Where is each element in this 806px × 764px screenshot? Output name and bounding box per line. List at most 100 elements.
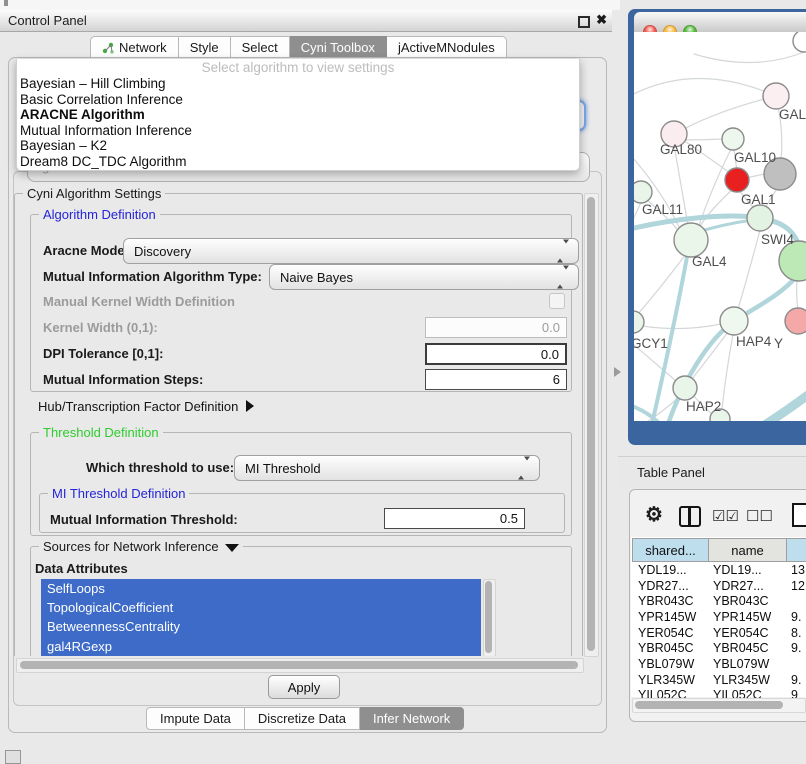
table-row[interactable]: YER054CYER054C8. bbox=[632, 625, 806, 641]
network-edge[interactable] bbox=[698, 220, 754, 232]
deselect-all-icon[interactable]: ☐☐ bbox=[746, 507, 773, 525]
aracne-mode-label: Aracne Mode: bbox=[43, 243, 129, 258]
table-row[interactable]: YBR045CYBR045C9. bbox=[632, 641, 806, 657]
algorithm-option[interactable]: ARACNE Algorithm bbox=[17, 107, 579, 123]
network-node[interactable] bbox=[763, 83, 789, 109]
node-label: GAL10 bbox=[734, 150, 776, 165]
algorithm-option[interactable]: Dream8 DC_TDC Algorithm bbox=[17, 154, 579, 170]
network-edge[interactable] bbox=[694, 52, 804, 63]
aracne-mode-value: Discovery bbox=[134, 244, 191, 259]
tab-infer-network[interactable]: Infer Network bbox=[360, 707, 464, 730]
sources-title[interactable]: Sources for Network Inference bbox=[39, 539, 243, 554]
attributes-scrollbar-thumb[interactable] bbox=[485, 581, 492, 653]
split-columns-icon[interactable] bbox=[679, 506, 701, 527]
mi-threshold-value: 0.5 bbox=[500, 511, 518, 526]
which-threshold-label: Which threshold to use: bbox=[86, 460, 234, 475]
algorithm-option[interactable]: Mutual Information Inference bbox=[17, 123, 579, 139]
table-hscrollbar-thumb[interactable] bbox=[635, 701, 783, 709]
network-edge[interactable] bbox=[684, 96, 776, 129]
manual-kernel-width-checkbox[interactable] bbox=[549, 293, 565, 309]
aracne-mode-combobox[interactable]: Discovery bbox=[123, 238, 579, 264]
table-row[interactable]: YPR145WYPR145W9. bbox=[632, 609, 806, 625]
table-cell: YDR27... bbox=[709, 579, 787, 593]
network-canvas[interactable]: GALGAL80GAL10GAL1GAL11SWI4GAL4GCY1HAP4YH… bbox=[634, 32, 806, 421]
kernel-width-field[interactable]: 0.0 bbox=[425, 317, 567, 338]
network-edge[interactable] bbox=[738, 230, 760, 309]
tab-style[interactable]: Style bbox=[179, 36, 231, 59]
network-node[interactable] bbox=[722, 128, 744, 150]
network-node[interactable] bbox=[725, 168, 749, 192]
node-label: GAL4 bbox=[692, 254, 727, 269]
data-attributes-label: Data Attributes bbox=[35, 561, 128, 576]
network-edge[interactable] bbox=[692, 332, 728, 379]
network-node[interactable] bbox=[779, 241, 806, 281]
network-edge[interactable] bbox=[634, 78, 776, 98]
control-panel-title: Control Panel bbox=[8, 13, 87, 28]
data-attribute-item[interactable]: BetweennessCentrality bbox=[41, 617, 481, 636]
data-attributes-list[interactable]: SelfLoopsTopologicalCoefficientBetweenne… bbox=[41, 579, 481, 656]
mi-steps-label: Mutual Information Steps: bbox=[43, 372, 203, 387]
tab-select-label: Select bbox=[242, 40, 278, 55]
algorithm-option[interactable]: Bayesian – Hill Climbing bbox=[17, 76, 579, 92]
tab-network[interactable]: Network bbox=[90, 36, 179, 59]
tab-discretize-data[interactable]: Discretize Data bbox=[245, 707, 360, 730]
table-cell: YBR043C bbox=[709, 594, 787, 608]
settings-vscrollbar[interactable] bbox=[584, 193, 599, 657]
tab-jactivemnodules[interactable]: jActiveMNodules bbox=[387, 36, 507, 59]
table-row[interactable]: YDL19...YDL19...13 bbox=[632, 562, 806, 578]
tab-cyni-toolbox[interactable]: Cyni Toolbox bbox=[290, 36, 387, 59]
hub-transcription-factor-toggle[interactable]: Hub/Transcription Factor Definition bbox=[38, 399, 254, 414]
node-label: SWI4 bbox=[761, 232, 794, 247]
table-hscrollbar[interactable] bbox=[632, 698, 806, 713]
network-node[interactable] bbox=[747, 205, 773, 231]
close-window-icon[interactable]: ✖ bbox=[596, 12, 607, 28]
table-row[interactable]: YDR27...YDR27...12 bbox=[632, 578, 806, 594]
apply-button[interactable]: Apply bbox=[268, 675, 340, 699]
network-node[interactable] bbox=[785, 308, 806, 334]
resize-cursor bbox=[613, 367, 622, 378]
tab-select[interactable]: Select bbox=[231, 36, 290, 59]
table-row[interactable]: YBL079WYBL079W bbox=[632, 656, 806, 672]
network-node[interactable] bbox=[634, 181, 652, 203]
settings-vscrollbar-thumb[interactable] bbox=[587, 197, 595, 651]
network-window-titlebar[interactable] bbox=[634, 12, 806, 33]
bottom-tabbar: Impute Data Discretize Data Infer Networ… bbox=[146, 707, 464, 730]
dpi-tolerance-field[interactable]: 0.0 bbox=[425, 343, 567, 365]
data-attribute-item[interactable]: TopologicalCoefficient bbox=[41, 598, 481, 617]
network-node[interactable] bbox=[634, 311, 644, 333]
column-header-name[interactable]: name bbox=[709, 538, 787, 562]
column-header-shared-name[interactable]: shared... bbox=[632, 538, 709, 562]
mi-steps-field[interactable]: 6 bbox=[425, 369, 567, 390]
algorithm-option[interactable]: Basic Correlation Inference bbox=[17, 92, 579, 108]
network-edge[interactable] bbox=[760, 392, 806, 421]
create-table-icon[interactable] bbox=[792, 503, 806, 527]
tab-impute-data[interactable]: Impute Data bbox=[146, 707, 245, 730]
network-node[interactable] bbox=[674, 223, 708, 257]
mi-threshold-field[interactable]: 0.5 bbox=[384, 508, 525, 529]
data-attribute-item[interactable]: gal4RGexp bbox=[41, 637, 481, 656]
mi-algorithm-type-combobox[interactable]: Naive Bayes bbox=[269, 264, 579, 290]
mi-algorithm-type-value: Naive Bayes bbox=[280, 270, 353, 285]
select-all-icon[interactable]: ☑☑ bbox=[712, 507, 739, 525]
which-threshold-combobox[interactable]: MI Threshold bbox=[234, 455, 540, 481]
table-cell: YPR145W bbox=[632, 610, 709, 624]
gear-icon[interactable]: ⚙ bbox=[645, 502, 663, 527]
algorithm-option[interactable]: Bayesian – K2 bbox=[17, 138, 579, 154]
float-window-icon[interactable] bbox=[578, 16, 590, 28]
tab-style-label: Style bbox=[190, 40, 219, 55]
network-node[interactable] bbox=[673, 376, 697, 400]
settings-hscrollbar[interactable] bbox=[16, 658, 584, 673]
tab-jactivemnodules-label: jActiveMNodules bbox=[398, 40, 495, 55]
column-header-partial[interactable] bbox=[787, 538, 806, 562]
attributes-scrollbar[interactable] bbox=[483, 579, 496, 656]
table-row[interactable]: YLR345WYLR345W9. bbox=[632, 672, 806, 688]
network-node[interactable] bbox=[793, 32, 806, 52]
data-attribute-item[interactable]: SelfLoops bbox=[41, 579, 481, 598]
algorithm-definition-title: Algorithm Definition bbox=[39, 207, 160, 222]
network-node[interactable] bbox=[720, 307, 748, 335]
control-panel-tabbar: Network Style Select Cyni Toolbox jActiv… bbox=[90, 36, 507, 59]
table-row[interactable]: YBR043CYBR043C bbox=[632, 593, 806, 609]
network-edge[interactable] bbox=[722, 334, 733, 409]
settings-hscrollbar-thumb[interactable] bbox=[20, 661, 578, 669]
network-edge[interactable] bbox=[642, 324, 721, 329]
